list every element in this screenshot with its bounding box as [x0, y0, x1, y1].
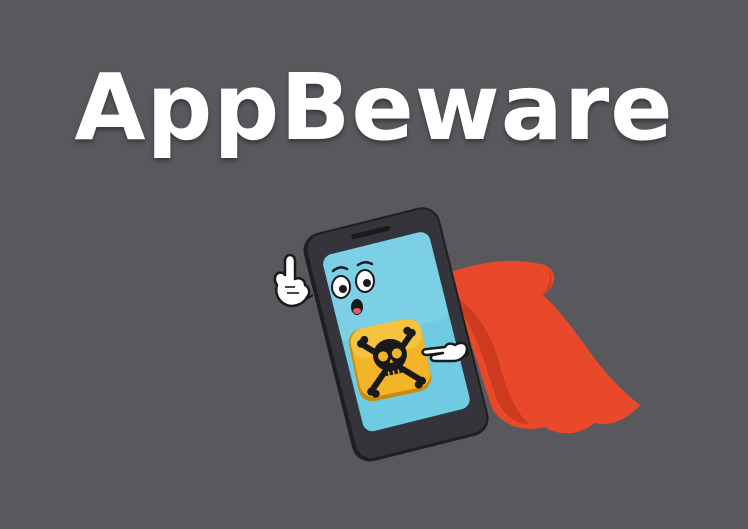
app-beware-banner: AppBeware	[0, 0, 748, 529]
skull-crossbones-icon	[348, 318, 432, 402]
brand-title: AppBeware	[74, 54, 674, 161]
superhero-phone-mascot	[273, 207, 640, 462]
